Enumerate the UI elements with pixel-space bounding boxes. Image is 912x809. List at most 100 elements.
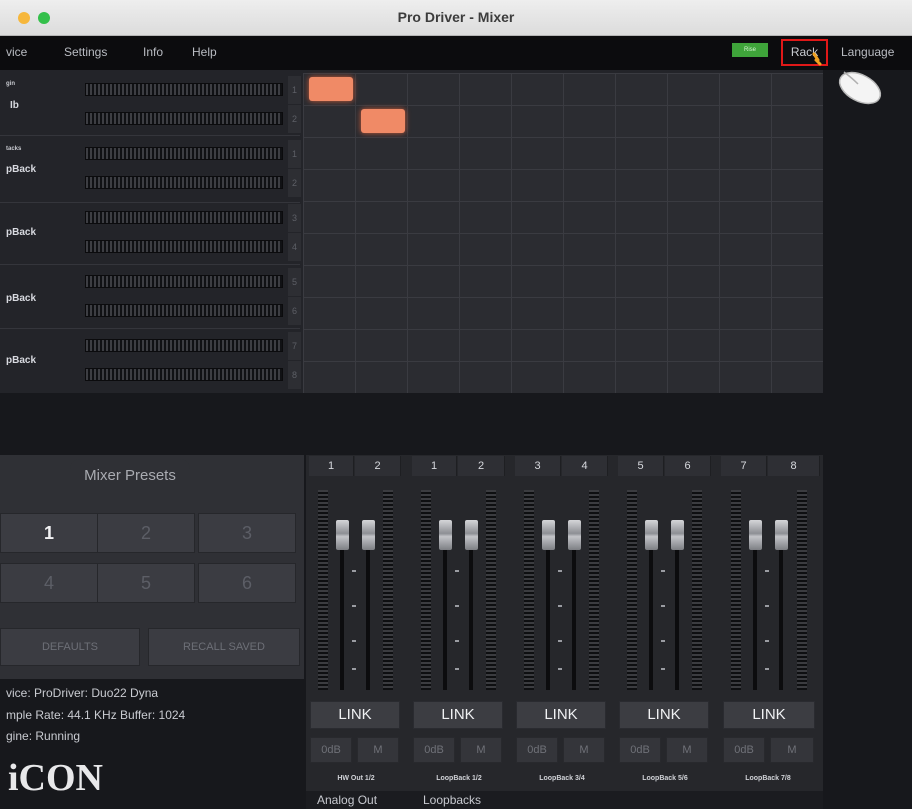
out-level-button[interactable]: 0dB: [619, 737, 661, 763]
fader-knob[interactable]: [362, 520, 375, 550]
scale-tick: [352, 605, 356, 607]
link-button[interactable]: LINK: [619, 701, 709, 729]
input-meter: [85, 275, 283, 288]
title-bar: Pro Driver - Mixer: [0, 0, 912, 36]
tab-analog-out[interactable]: Analog Out: [317, 793, 377, 807]
defaults-button[interactable]: DEFAULTS: [0, 628, 140, 666]
source-channel-number: 1: [288, 76, 301, 104]
link-button[interactable]: LINK: [310, 701, 400, 729]
scale-tick: [765, 668, 769, 670]
scale-tick: [558, 570, 562, 572]
source-label: pBack: [6, 355, 37, 366]
mute-button[interactable]: M: [770, 737, 814, 763]
preset-button-6[interactable]: 6: [198, 563, 296, 603]
mute-button[interactable]: M: [357, 737, 399, 763]
source-label: pBack: [6, 293, 37, 304]
channel-header: 1: [309, 456, 354, 476]
channel-header: 1: [412, 456, 457, 476]
icon-logo: iCON: [8, 756, 103, 800]
fader-knob[interactable]: [645, 520, 658, 550]
active-route-cell[interactable]: [361, 109, 405, 133]
out-level-button[interactable]: 0dB: [516, 737, 558, 763]
mute-button[interactable]: M: [563, 737, 605, 763]
preset-button-4[interactable]: 4: [0, 563, 98, 603]
engine-status: gine: Running: [6, 729, 81, 743]
channel-header: 2: [458, 456, 505, 476]
scale-tick: [765, 640, 769, 642]
window-title: Pro Driver - Mixer: [397, 9, 515, 25]
group-divider: [0, 202, 300, 203]
menu-info[interactable]: Info: [143, 45, 163, 59]
source-channel-number: 8: [288, 361, 301, 389]
scale-tick: [455, 570, 459, 572]
strip-label: LoopBack 3/4: [539, 775, 585, 782]
fader-knob[interactable]: [749, 520, 762, 550]
scale-tick: [352, 570, 356, 572]
level-meter: [318, 490, 328, 690]
source-channel-number: 7: [288, 332, 301, 360]
recall-saved-button[interactable]: RECALL SAVED: [148, 628, 300, 666]
fader-knob[interactable]: [542, 520, 555, 550]
preset-button-5[interactable]: 5: [97, 563, 195, 603]
group-divider: [0, 328, 300, 329]
link-button[interactable]: LINK: [516, 701, 606, 729]
level-meter: [486, 490, 496, 690]
fader-knob[interactable]: [439, 520, 452, 550]
level-meter: [524, 490, 534, 690]
out-level-button[interactable]: 0dB: [310, 737, 352, 763]
tab-loopbacks[interactable]: Loopbacks: [423, 793, 481, 807]
source-channel-number: 4: [288, 233, 301, 261]
input-meter: [85, 339, 283, 352]
link-button[interactable]: LINK: [413, 701, 503, 729]
preset-button-1[interactable]: 1: [0, 513, 98, 553]
menu-device[interactable]: vice: [6, 45, 27, 59]
scale-tick: [765, 605, 769, 607]
scale-tick: [661, 605, 665, 607]
input-meter: [85, 240, 283, 253]
link-button[interactable]: LINK: [723, 701, 815, 729]
scale-tick: [352, 640, 356, 642]
mute-button[interactable]: M: [666, 737, 708, 763]
mixer-window: Pro Driver - Mixer vice Settings Info He…: [0, 0, 912, 809]
scale-tick: [352, 668, 356, 670]
source-channel-number: 6: [288, 297, 301, 325]
fader-knob[interactable]: [336, 520, 349, 550]
mute-button[interactable]: M: [460, 737, 502, 763]
input-meter: [85, 112, 283, 125]
menu-settings[interactable]: Settings: [64, 45, 107, 59]
level-meter: [797, 490, 807, 690]
scale-tick: [558, 605, 562, 607]
fader-knob[interactable]: [568, 520, 581, 550]
source-label: Ib: [10, 100, 19, 111]
device-info: vice: ProDriver: Duo22 Dyna: [6, 686, 159, 700]
scale-tick: [765, 570, 769, 572]
menu-help[interactable]: Help: [192, 45, 217, 59]
fader-knob[interactable]: [671, 520, 684, 550]
channel-header: 2: [355, 456, 401, 476]
mouse-cursor-icon: [812, 52, 882, 105]
presets-header: Mixer Presets: [70, 459, 190, 493]
scale-tick: [661, 570, 665, 572]
level-meter: [731, 490, 741, 690]
source-channel-number: 5: [288, 268, 301, 296]
channel-header: 5: [618, 456, 664, 476]
source-channel-number: 3: [288, 204, 301, 232]
scale-tick: [661, 668, 665, 670]
channel-header: 3: [515, 456, 561, 476]
group-divider: [0, 135, 300, 136]
fader-knob[interactable]: [775, 520, 788, 550]
preset-button-3[interactable]: 3: [198, 513, 296, 553]
rise-button[interactable]: Rise: [732, 43, 768, 57]
fader-knob[interactable]: [465, 520, 478, 550]
logo-text: iCON: [8, 757, 103, 799]
source-label: pBack: [6, 164, 37, 175]
input-meter: [85, 368, 283, 381]
preset-button-2[interactable]: 2: [97, 513, 195, 553]
out-level-button[interactable]: 0dB: [723, 737, 765, 763]
source-channel-number: 2: [288, 105, 301, 133]
level-meter: [589, 490, 599, 690]
active-route-cell[interactable]: [309, 77, 353, 101]
strip-label: LoopBack 5/6: [642, 775, 688, 782]
out-level-button[interactable]: 0dB: [413, 737, 455, 763]
input-meter: [85, 211, 283, 224]
